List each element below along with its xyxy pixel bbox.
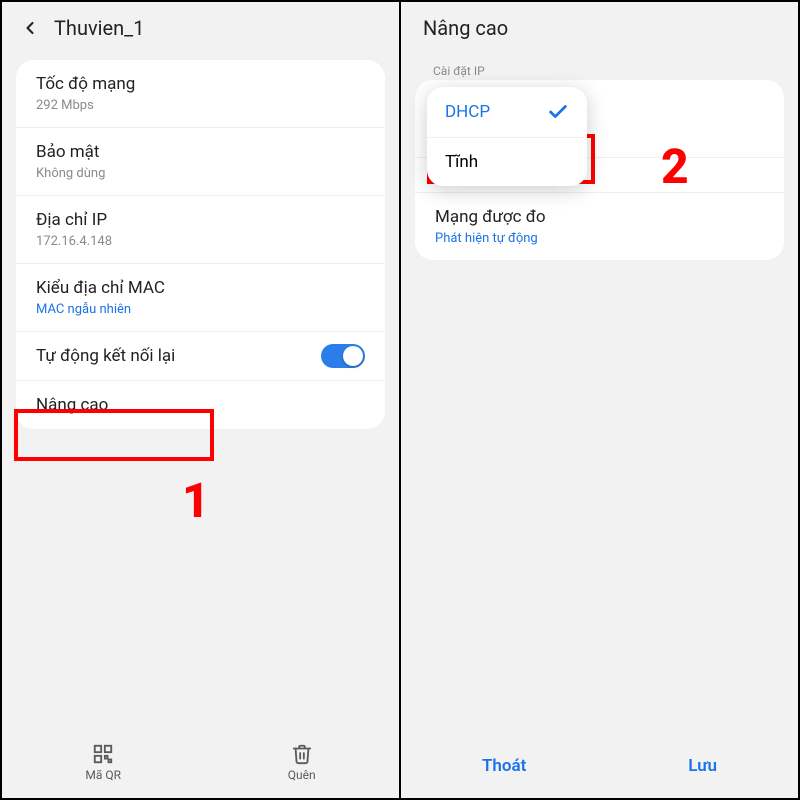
- qr-button[interactable]: Mã QR: [85, 743, 121, 782]
- dropdown-option-dhcp[interactable]: DHCP: [427, 87, 587, 137]
- row-subtext: 292 Mbps: [36, 98, 365, 113]
- forget-button[interactable]: Quên: [288, 743, 316, 782]
- row-security[interactable]: Bảo mật Không dùng: [16, 128, 385, 196]
- row-label: Kiểu địa chỉ MAC: [36, 278, 365, 298]
- step-number-2: 2: [661, 138, 689, 195]
- row-label: Nâng cao: [36, 395, 365, 415]
- ip-settings-label: Cài đặt IP: [401, 52, 798, 80]
- footer-left: Mã QR Quên: [2, 726, 399, 798]
- row-mac-address[interactable]: Kiểu địa chỉ MAC MAC ngẫu nhiên: [16, 264, 385, 332]
- row-label: Bảo mật: [36, 142, 365, 162]
- row-subtext: Phát hiện tự động: [435, 231, 764, 246]
- header-right: Nâng cao: [401, 2, 798, 52]
- row-ip-address[interactable]: Địa chỉ IP 172.16.4.148: [16, 196, 385, 264]
- page-title-left: Thuvien_1: [54, 16, 144, 40]
- footer-right: Thoát Lưu: [401, 734, 798, 798]
- header-left: Thuvien_1: [2, 2, 399, 52]
- option-label: Tĩnh: [445, 152, 478, 172]
- save-button[interactable]: Lưu: [688, 756, 717, 776]
- trash-icon: [291, 743, 313, 765]
- row-network-speed[interactable]: Tốc độ mạng 292 Mbps: [16, 60, 385, 128]
- cancel-button[interactable]: Thoát: [482, 756, 526, 776]
- back-icon[interactable]: [20, 18, 40, 38]
- row-label: Tốc độ mạng: [36, 74, 365, 94]
- row-auto-reconnect[interactable]: Tự động kết nối lại: [16, 332, 385, 381]
- row-advanced[interactable]: Nâng cao: [16, 381, 385, 429]
- row-metered[interactable]: Mạng được đo Phát hiện tự động: [415, 193, 784, 260]
- row-label: Mạng được đo: [435, 207, 764, 227]
- row-subtext: 172.16.4.148: [36, 234, 365, 249]
- dropdown-option-static[interactable]: Tĩnh: [427, 137, 587, 186]
- row-label: Tự động kết nối lại: [36, 346, 365, 366]
- forget-label: Quên: [288, 768, 316, 782]
- ip-dropdown: DHCP Tĩnh: [427, 87, 587, 186]
- option-label: DHCP: [445, 102, 490, 122]
- check-icon: [547, 101, 569, 123]
- auto-reconnect-toggle[interactable]: [321, 344, 365, 368]
- settings-card-left: Tốc độ mạng 292 Mbps Bảo mật Không dùng …: [16, 60, 385, 429]
- step-number-1: 1: [182, 472, 210, 529]
- page-title-right: Nâng cao: [423, 16, 508, 40]
- qr-icon: [92, 743, 114, 765]
- row-subtext: Không dùng: [36, 166, 365, 181]
- row-subtext: MAC ngẫu nhiên: [36, 302, 365, 317]
- pane-left: Thuvien_1 Tốc độ mạng 292 Mbps Bảo mật K…: [2, 2, 399, 798]
- qr-label: Mã QR: [85, 768, 121, 782]
- row-label: Địa chỉ IP: [36, 210, 365, 230]
- pane-right: Nâng cao Cài đặt IP Không dùng Mạng được…: [399, 2, 798, 798]
